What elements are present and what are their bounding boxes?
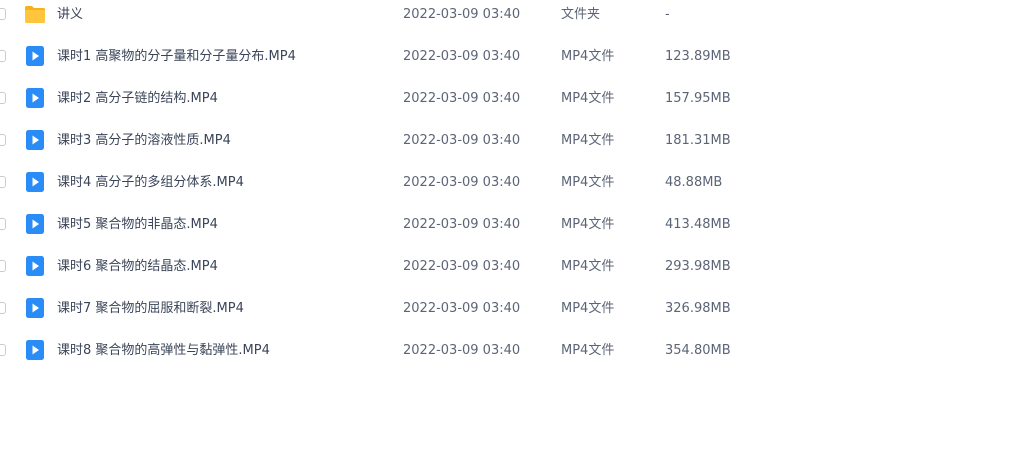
file-type: MP4文件 — [561, 49, 615, 64]
row-checkbox[interactable] — [0, 134, 6, 146]
file-row[interactable]: 课时5 聚合物的非晶态.MP4 2022-03-09 03:40 MP4文件 4… — [0, 204, 1024, 246]
video-file-icon — [24, 87, 46, 109]
file-date: 2022-03-09 03:40 — [403, 133, 521, 148]
file-size: 181.31MB — [665, 133, 731, 148]
file-size: 326.98MB — [665, 301, 731, 316]
file-type: MP4文件 — [561, 259, 615, 274]
file-date: 2022-03-09 03:40 — [403, 343, 521, 358]
file-list: 讲义 2022-03-09 03:40 文件夹 - 课时1 高聚物的分子量和分子… — [0, 0, 1024, 474]
row-checkbox[interactable] — [0, 218, 6, 230]
file-size: 123.89MB — [665, 49, 731, 64]
row-checkbox[interactable] — [0, 176, 6, 188]
row-checkbox[interactable] — [0, 8, 6, 20]
file-date: 2022-03-09 03:40 — [403, 175, 521, 190]
file-name[interactable]: 课时3 高分子的溶液性质.MP4 — [57, 120, 231, 162]
file-date: 2022-03-09 03:40 — [403, 217, 521, 232]
file-type: MP4文件 — [561, 217, 615, 232]
file-type: MP4文件 — [561, 175, 615, 190]
file-type: MP4文件 — [561, 133, 615, 148]
file-row[interactable]: 课时2 高分子链的结构.MP4 2022-03-09 03:40 MP4文件 1… — [0, 78, 1024, 120]
video-file-icon — [24, 129, 46, 151]
file-type: MP4文件 — [561, 343, 615, 358]
video-file-icon — [24, 171, 46, 193]
file-row[interactable]: 课时8 聚合物的高弹性与黏弹性.MP4 2022-03-09 03:40 MP4… — [0, 330, 1024, 372]
video-file-icon — [24, 339, 46, 361]
file-row[interactable]: 课时7 聚合物的屈服和断裂.MP4 2022-03-09 03:40 MP4文件… — [0, 288, 1024, 330]
video-file-icon — [24, 45, 46, 67]
file-size: 413.48MB — [665, 217, 731, 232]
file-date: 2022-03-09 03:40 — [403, 259, 521, 274]
file-row[interactable]: 课时3 高分子的溶液性质.MP4 2022-03-09 03:40 MP4文件 … — [0, 120, 1024, 162]
file-size: - — [665, 7, 670, 22]
row-checkbox[interactable] — [0, 92, 6, 104]
file-type: MP4文件 — [561, 91, 615, 106]
row-checkbox[interactable] — [0, 344, 6, 356]
folder-icon — [24, 3, 46, 25]
file-name[interactable]: 课时4 高分子的多组分体系.MP4 — [57, 162, 244, 204]
folder-row[interactable]: 讲义 2022-03-09 03:40 文件夹 - — [0, 0, 1024, 36]
video-file-icon — [24, 255, 46, 277]
file-name[interactable]: 课时1 高聚物的分子量和分子量分布.MP4 — [57, 36, 296, 78]
file-row[interactable]: 课时6 聚合物的结晶态.MP4 2022-03-09 03:40 MP4文件 2… — [0, 246, 1024, 288]
file-type: 文件夹 — [561, 7, 601, 22]
file-row[interactable]: 课时1 高聚物的分子量和分子量分布.MP4 2022-03-09 03:40 M… — [0, 36, 1024, 78]
file-type: MP4文件 — [561, 301, 615, 316]
row-checkbox[interactable] — [0, 50, 6, 62]
video-file-icon — [24, 213, 46, 235]
file-size: 293.98MB — [665, 259, 731, 274]
file-date: 2022-03-09 03:40 — [403, 91, 521, 106]
file-size: 48.88MB — [665, 175, 723, 190]
file-name[interactable]: 课时5 聚合物的非晶态.MP4 — [57, 204, 218, 246]
row-checkbox[interactable] — [0, 302, 6, 314]
file-size: 354.80MB — [665, 343, 731, 358]
file-size: 157.95MB — [665, 91, 731, 106]
file-date: 2022-03-09 03:40 — [403, 49, 521, 64]
row-checkbox[interactable] — [0, 260, 6, 272]
file-name[interactable]: 课时6 聚合物的结晶态.MP4 — [57, 246, 218, 288]
file-date: 2022-03-09 03:40 — [403, 7, 521, 22]
file-date: 2022-03-09 03:40 — [403, 301, 521, 316]
file-name[interactable]: 讲义 — [57, 0, 83, 36]
file-name[interactable]: 课时2 高分子链的结构.MP4 — [57, 78, 218, 120]
video-file-icon — [24, 297, 46, 319]
file-name[interactable]: 课时8 聚合物的高弹性与黏弹性.MP4 — [57, 330, 270, 372]
file-name[interactable]: 课时7 聚合物的屈服和断裂.MP4 — [57, 288, 244, 330]
file-row[interactable]: 课时4 高分子的多组分体系.MP4 2022-03-09 03:40 MP4文件… — [0, 162, 1024, 204]
